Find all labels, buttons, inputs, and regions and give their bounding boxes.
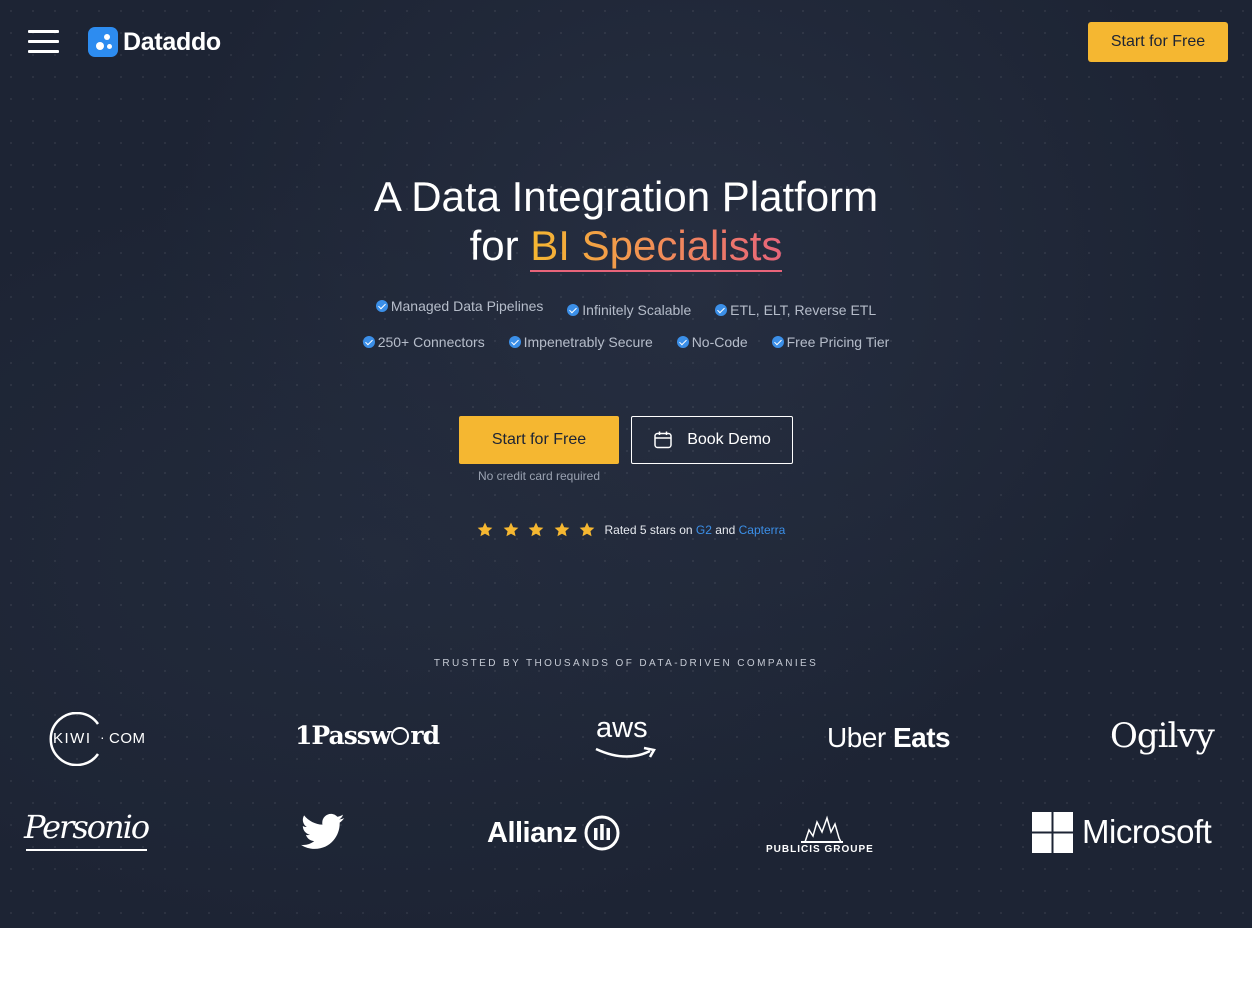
book-demo-label: Book Demo <box>687 431 771 448</box>
aws-logo: aws <box>594 712 660 762</box>
check-badge-icon <box>508 336 521 348</box>
logo[interactable]: Dataddo <box>88 26 221 58</box>
feature-item: ETL, ELT, Reverse ETL <box>715 302 876 318</box>
check-badge-icon <box>771 336 784 348</box>
rating: Rated 5 stars on G2 and Capterra <box>476 520 785 540</box>
keyhole-icon <box>391 727 410 745</box>
title-prefix: for <box>469 222 519 269</box>
menu-icon[interactable] <box>28 30 60 54</box>
star-icon <box>554 522 569 537</box>
star-icon <box>528 522 544 537</box>
publicis-lion-icon <box>801 815 843 843</box>
dot-pattern <box>0 0 1252 928</box>
check-badge-icon <box>567 304 580 316</box>
microsoft-windows-icon <box>1032 811 1073 853</box>
book-demo-button[interactable]: Book Demo <box>631 416 793 464</box>
feature-item: Free Pricing Tier <box>771 334 889 350</box>
g2-link[interactable]: G2 <box>696 523 712 537</box>
feature-item: 250+ Connectors <box>362 334 485 350</box>
dataddo-logo-icon <box>88 27 118 57</box>
allianz-logo: Allianz <box>487 814 620 852</box>
hero-section: Dataddo Start for Free A Data Integratio… <box>0 0 1252 928</box>
capterra-link[interactable]: Capterra <box>739 523 786 537</box>
ogilvy-logo: Ogilvy <box>1110 716 1215 756</box>
start-free-button[interactable]: Start for Free <box>459 416 619 464</box>
page-title: A Data Integration Platform for BI Speci… <box>0 172 1252 272</box>
allianz-eagle-icon <box>584 815 620 851</box>
uber-eats-logo: Uber Eats <box>827 722 951 753</box>
check-badge-icon <box>362 336 375 348</box>
feature-item: No-Code <box>676 334 748 350</box>
feature-item: Managed Data Pipelines <box>375 298 543 314</box>
star-icon <box>477 522 493 537</box>
trusted-heading: TRUSTED BY THOUSANDS OF DATA-DRIVEN COMP… <box>433 658 819 669</box>
header-start-free-button[interactable]: Start for Free <box>1088 22 1228 62</box>
title-line1: A Data Integration Platform <box>373 173 879 220</box>
1password-logo: 1Passw rd <box>295 721 440 750</box>
twitter-logo-icon <box>301 813 345 849</box>
feature-list-row1: Managed Data Pipelines Infinitely Scalab… <box>0 298 1252 318</box>
check-badge-icon <box>715 304 728 316</box>
check-badge-icon <box>676 336 689 348</box>
feature-item: Infinitely Scalable <box>567 302 691 318</box>
feature-list-row2: 250+ Connectors Impenetrably Secure No-C… <box>0 334 1252 350</box>
rating-text: Rated 5 stars on G2 and Capterra <box>604 523 786 537</box>
no-credit-card-note: No credit card required <box>477 469 601 483</box>
personio-logo: Personio <box>24 808 150 856</box>
check-badge-icon <box>375 300 388 312</box>
publicis-logo: PUBLICIS GROUPE <box>766 812 878 856</box>
kiwi-logo: KIWI · COM <box>42 712 152 766</box>
title-accent: BI Specialists <box>530 222 783 272</box>
aws-smile-icon <box>595 746 656 758</box>
star-icon <box>503 522 518 537</box>
star-icon <box>579 522 595 537</box>
calendar-icon <box>654 431 672 449</box>
logo-text: Dataddo <box>123 27 221 56</box>
feature-item: Impenetrably Secure <box>508 334 653 350</box>
microsoft-logo: Microsoft <box>1032 811 1212 853</box>
